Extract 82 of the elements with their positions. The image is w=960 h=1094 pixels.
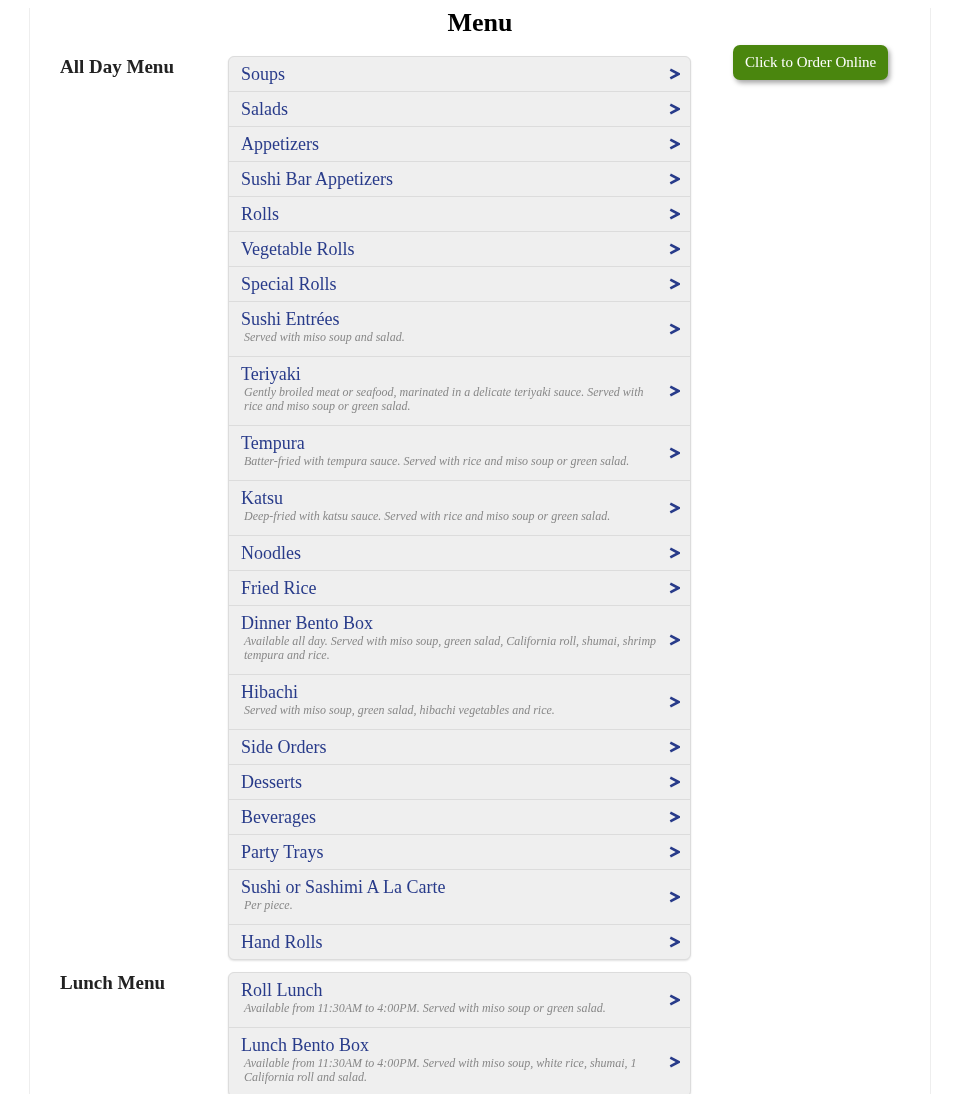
- chevron-right-icon: [669, 138, 680, 150]
- chevron-right-icon: [669, 502, 680, 514]
- chevron-right-icon: [669, 385, 680, 397]
- chevron-right-icon: [669, 634, 680, 646]
- chevron-right-icon: [669, 891, 680, 903]
- menu-category-row[interactable]: Tempura Batter-fried with tempura sauce. Served with rice and miso soup or green salad.: [229, 425, 690, 480]
- category-name: Dinner Bento Box: [241, 612, 374, 634]
- category-description: Available from 11:30AM to 4:00PM. Served with miso soup or green salad.: [242, 1001, 607, 1015]
- chevron-right-icon: [669, 936, 680, 948]
- chevron-right-icon: [669, 582, 680, 594]
- menu-category-row[interactable]: Teriyaki Gently broiled meat or seafood, marinated in a delicate teriyaki sauce. Served with rice and miso soup or green salad.: [229, 356, 690, 425]
- menu-category-row[interactable]: Party Trays: [229, 834, 690, 869]
- chevron-right-icon: [669, 1056, 680, 1068]
- category-name: Hand Rolls: [241, 931, 324, 953]
- category-description: Batter-fried with tempura sauce. Served with rice and miso soup or green salad.: [243, 454, 631, 468]
- chevron-right-icon: [669, 994, 680, 1006]
- menu-category-row[interactable]: Soups: [229, 57, 690, 91]
- category-description: Served with miso soup, green salad, hibachi vegetables and rice.: [243, 703, 556, 717]
- category-name: Sushi Entrées: [241, 308, 341, 330]
- chevron-right-icon: [669, 741, 680, 753]
- category-name: Desserts: [241, 771, 303, 793]
- category-description: Available all day. Served with miso soup, green salad, California roll, shumai, shrimp tempura and rice.: [242, 634, 658, 662]
- menu-category-row[interactable]: Desserts: [229, 764, 690, 799]
- category-name: Noodles: [241, 542, 302, 564]
- chevron-right-icon: [669, 447, 680, 459]
- menu-category-row[interactable]: Special Rolls: [229, 266, 690, 301]
- category-name: Hibachi: [241, 681, 299, 703]
- category-name: Side Orders: [241, 736, 328, 758]
- category-name: Appetizers: [241, 133, 320, 155]
- menu-category-row[interactable]: Hibachi Served with miso soup, green salad, hibachi vegetables and rice.: [229, 674, 690, 729]
- category-description: Available from 11:30AM to 4:00PM. Served with miso soup, white rice, shumai, 1 California roll and salad.: [242, 1056, 638, 1084]
- category-name: Rolls: [241, 203, 280, 225]
- chevron-right-icon: [669, 243, 680, 255]
- category-name: Tempura: [241, 432, 306, 454]
- menu-category-row[interactable]: Sushi or Sashimi A La Carte Per piece.: [229, 869, 690, 924]
- menu-category-row[interactable]: Katsu Deep-fried with katsu sauce. Served with rice and miso soup or green salad.: [229, 480, 690, 535]
- menu-category-row[interactable]: Beverages: [229, 799, 690, 834]
- menu-category-row[interactable]: Sushi Entrées Served with miso soup and salad.: [229, 301, 690, 356]
- category-name: Special Rolls: [241, 273, 338, 295]
- category-name: Sushi or Sashimi A La Carte: [241, 876, 447, 898]
- chevron-right-icon: [669, 208, 680, 220]
- menu-category-row[interactable]: Lunch Bento Box Available from 11:30AM to 4:00PM. Served with miso soup, white rice, shumai, 1 California roll and salad.: [229, 1027, 690, 1094]
- page-title: Menu: [446, 8, 514, 38]
- section-heading: Lunch Menu: [60, 972, 167, 994]
- chevron-right-icon: [669, 696, 680, 708]
- category-name: Beverages: [241, 806, 317, 828]
- chevron-right-icon: [669, 846, 680, 858]
- chevron-right-icon: [669, 323, 680, 335]
- chevron-right-icon: [669, 776, 680, 788]
- menu-category-row[interactable]: Side Orders: [229, 729, 690, 764]
- category-name: Katsu: [241, 487, 284, 509]
- menu-category-row[interactable]: Appetizers: [229, 126, 690, 161]
- menu-category-row[interactable]: Roll Lunch Available from 11:30AM to 4:00PM. Served with miso soup or green salad.: [229, 973, 690, 1027]
- category-name: Sushi Bar Appetizers: [241, 168, 394, 190]
- category-description: Served with miso soup and salad.: [243, 330, 406, 344]
- menu-category-row[interactable]: Vegetable Rolls: [229, 231, 690, 266]
- menu-category-row[interactable]: Hand Rolls: [229, 924, 690, 959]
- category-name: Fried Rice: [241, 577, 318, 599]
- category-name: Vegetable Rolls: [241, 238, 356, 260]
- chevron-right-icon: [669, 173, 680, 185]
- category-name: Roll Lunch: [241, 979, 324, 1001]
- menu-category-row[interactable]: Salads: [229, 91, 690, 126]
- category-name: Party Trays: [241, 841, 325, 863]
- chevron-right-icon: [669, 547, 680, 559]
- menu-category-row[interactable]: Sushi Bar Appetizers: [229, 161, 690, 196]
- chevron-right-icon: [669, 278, 680, 290]
- chevron-right-icon: [669, 811, 680, 823]
- section-heading: All Day Menu: [60, 56, 175, 78]
- menu-category-row[interactable]: Fried Rice: [229, 570, 690, 605]
- category-name: Lunch Bento Box: [241, 1034, 370, 1056]
- category-description: Gently broiled meat or seafood, marinated in a delicate teriyaki sauce. Served with rice and miso soup or green salad.: [243, 385, 645, 413]
- menu-category-row[interactable]: Noodles: [229, 535, 690, 570]
- chevron-right-icon: [669, 68, 680, 80]
- category-name: Teriyaki: [241, 363, 302, 385]
- category-description: Deep-fried with katsu sauce. Served with rice and miso soup or green salad.: [243, 509, 612, 523]
- category-description: Per piece.: [243, 898, 294, 912]
- category-name: Salads: [241, 98, 289, 120]
- menu-category-row[interactable]: Dinner Bento Box Available all day. Served with miso soup, green salad, California roll, shumai, shrimp tempura and rice.: [229, 605, 690, 674]
- chevron-right-icon: [669, 103, 680, 115]
- category-name: Soups: [241, 63, 286, 85]
- menu-category-row[interactable]: Rolls: [229, 196, 690, 231]
- order-online-button[interactable]: Click to Order Online: [733, 45, 889, 81]
